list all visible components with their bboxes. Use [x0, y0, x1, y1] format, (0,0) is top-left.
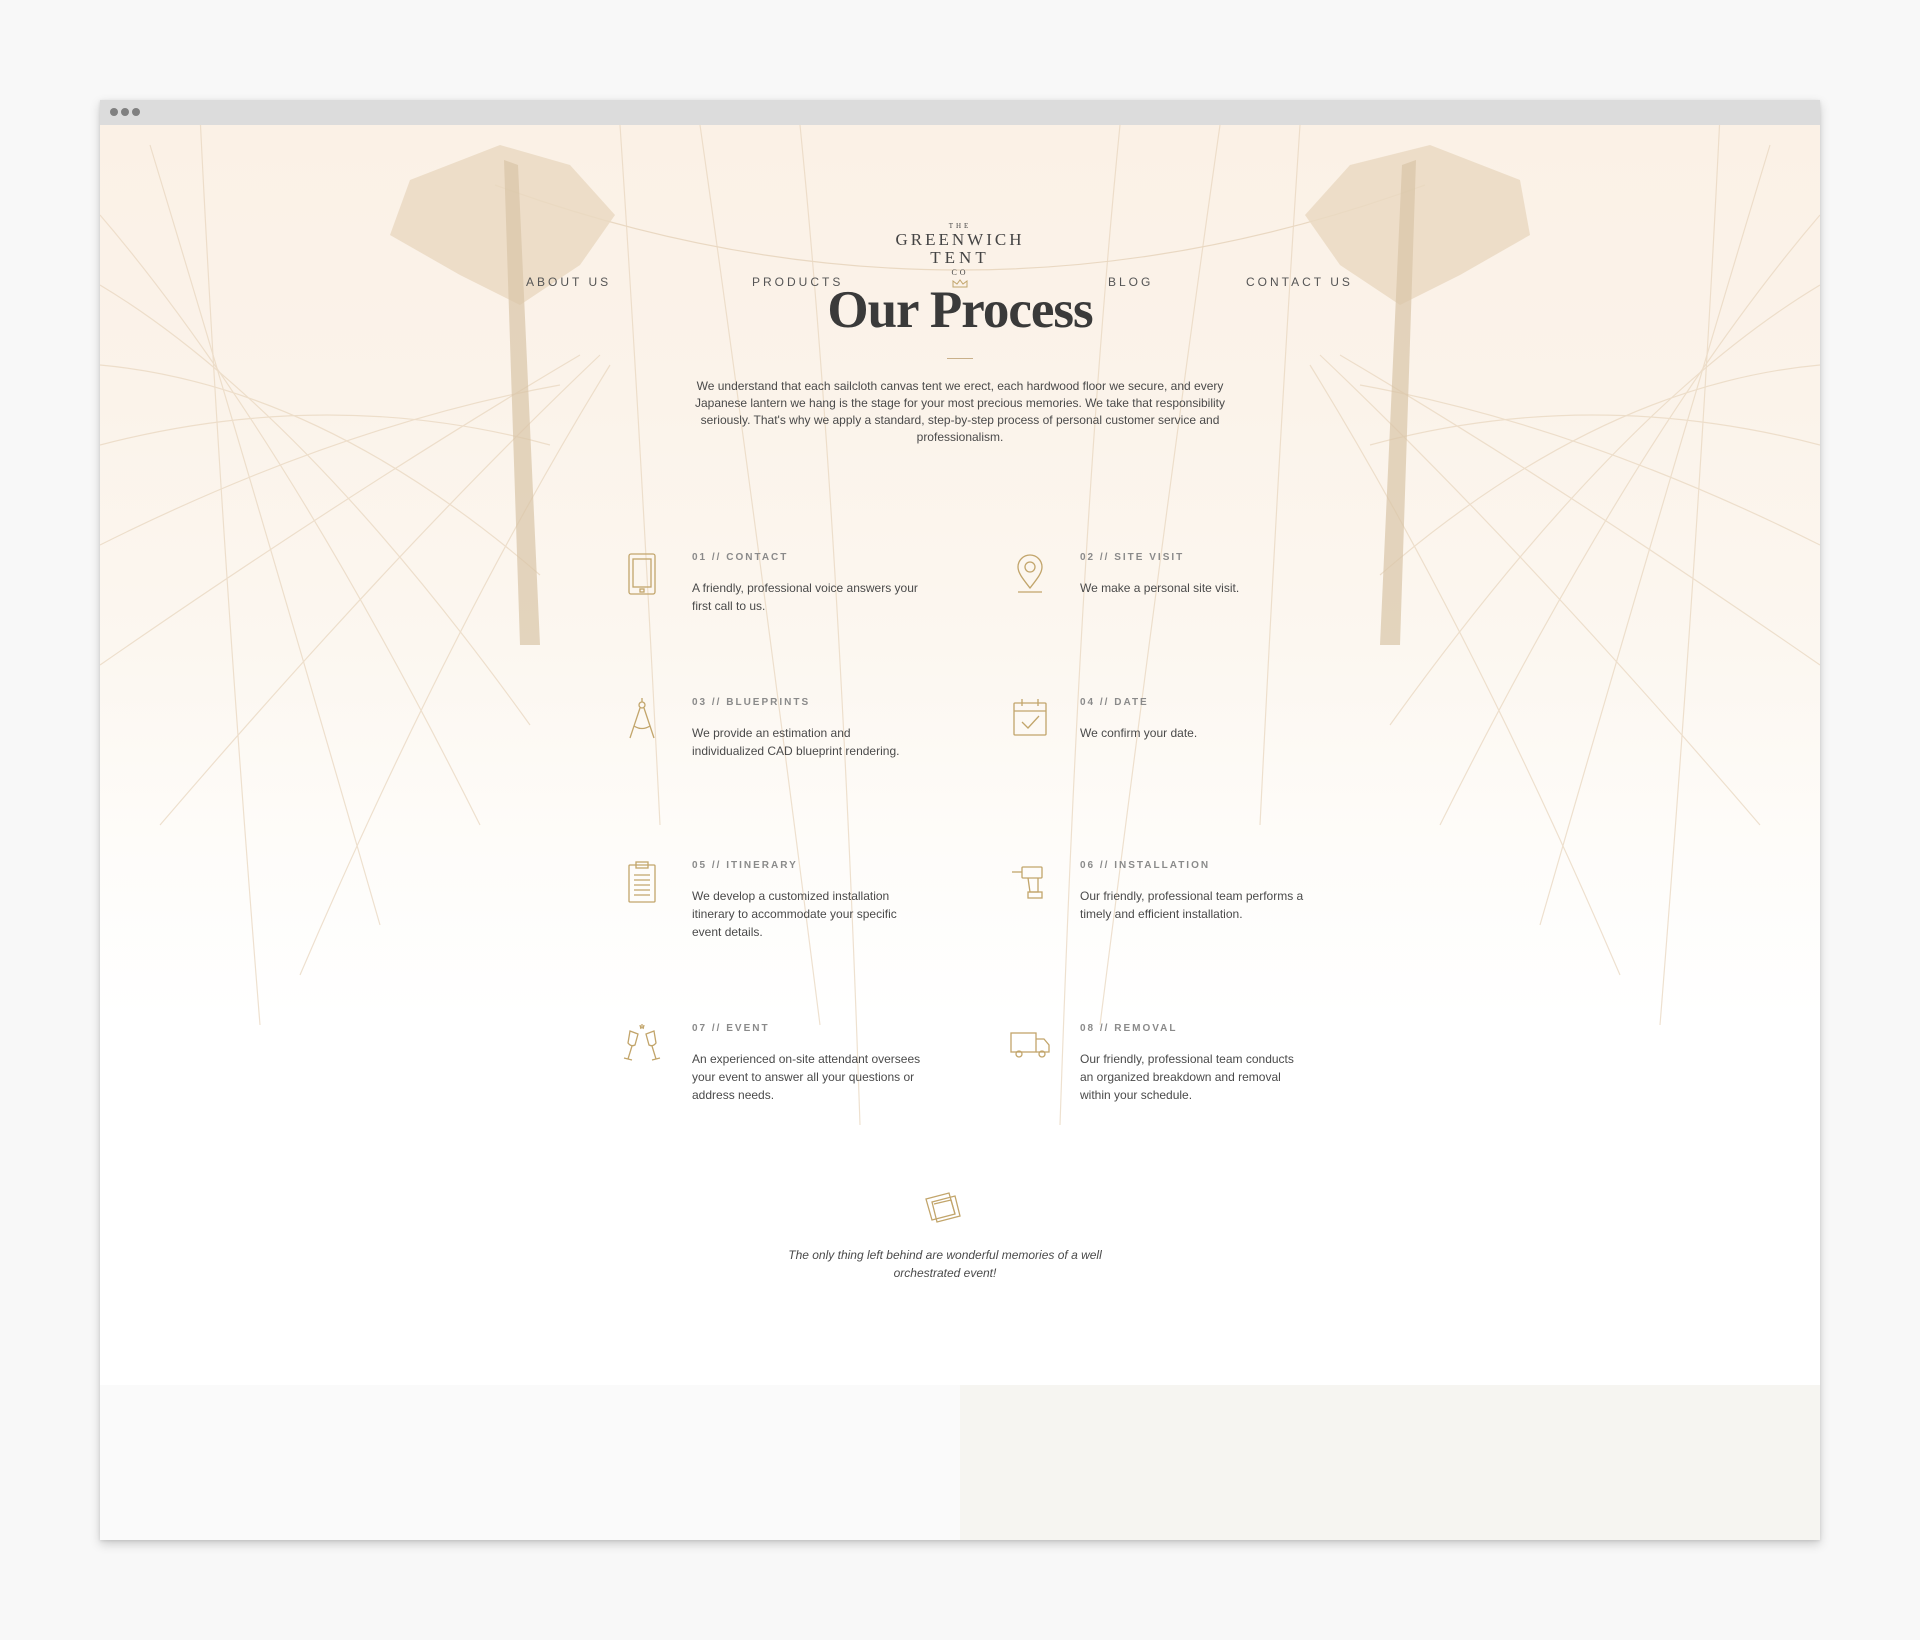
step-heading: 07 // EVENT [692, 1023, 770, 1034]
window-control-dot[interactable] [121, 108, 129, 116]
step-description: A friendly, professional voice answers y… [692, 581, 918, 613]
tablet-icon [628, 553, 656, 595]
browser-titlebar [100, 100, 1820, 125]
browser-window: ABOUT US PRODUCTS BLOG CONTACT US THE GR… [100, 100, 1820, 1540]
clipboard-icon [628, 861, 656, 903]
truck-icon [1010, 1032, 1050, 1058]
window-control-dot[interactable] [132, 108, 140, 116]
step-description: Our friendly, professional team conducts… [1080, 1052, 1294, 1102]
step-heading: 03 // BLUEPRINTS [692, 697, 811, 708]
step-description: We make a personal site visit. [1080, 581, 1240, 595]
intro-paragraph: We understand that each sailcloth canvas… [694, 379, 1226, 444]
step-heading: 06 // INSTALLATION [1080, 860, 1211, 871]
step-description: We confirm your date. [1080, 726, 1198, 740]
title-divider [947, 358, 973, 359]
page-title: Our Process [827, 281, 1093, 339]
step-heading: 01 // CONTACT [692, 552, 789, 563]
drill-icon [1012, 866, 1043, 899]
step-description: We develop a customized installation iti… [692, 889, 897, 939]
logo-co: CO [951, 268, 969, 277]
map-pin-icon [1017, 554, 1043, 593]
step-heading: 02 // SITE VISIT [1080, 552, 1185, 563]
logo-tent: TENT [930, 248, 990, 267]
closing-message: The only thing left behind are wonderful… [788, 1248, 1102, 1280]
window-control-dot[interactable] [110, 108, 118, 116]
step-description: We provide an estimation and individuali… [692, 726, 900, 758]
step-heading: 05 // ITINERARY [692, 860, 798, 871]
footer-panel-left [100, 1385, 960, 1540]
step-heading: 04 // DATE [1080, 697, 1149, 708]
calendar-check-icon [1013, 699, 1047, 736]
photos-icon [925, 1192, 961, 1223]
compass-icon [629, 698, 655, 739]
step-description: An experienced on-site attendant oversee… [692, 1052, 921, 1102]
site-logo[interactable]: THE GREENWICH TENT CO [880, 221, 1040, 288]
step-heading: 08 // REMOVAL [1080, 1023, 1178, 1034]
logo-greenwich: GREENWICH [895, 230, 1025, 249]
footer-panel-right [960, 1385, 1820, 1540]
champagne-glasses-icon [623, 1024, 661, 1061]
step-description: Our friendly, professional team performs… [1080, 889, 1304, 921]
